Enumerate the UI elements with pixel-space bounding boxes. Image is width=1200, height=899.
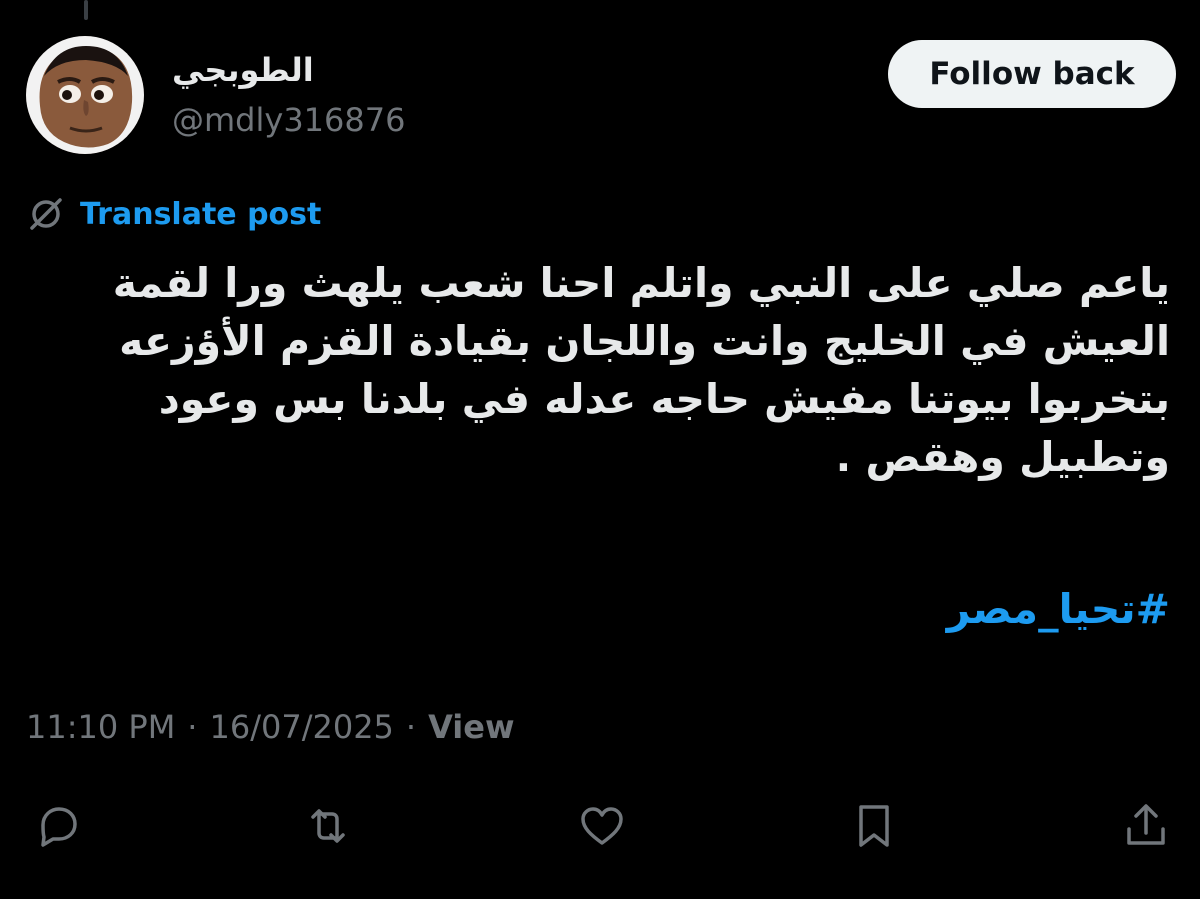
share-button[interactable] bbox=[1116, 796, 1176, 856]
retweet-button[interactable] bbox=[298, 796, 358, 856]
meta-separator: · bbox=[405, 708, 417, 746]
retweet-icon bbox=[311, 809, 345, 843]
bookmark-icon bbox=[859, 805, 889, 847]
hashtag-link[interactable]: #تحيا_مصر bbox=[947, 580, 1170, 638]
tweet-detail-page: الطوبجي @mdly316876 Follow back Translat… bbox=[0, 0, 1200, 899]
tweet-line: ياعم صلي على النبي واتلم احنا شعب يلهث و… bbox=[112, 259, 1170, 307]
tweet-line: وتطبيل وهقص . bbox=[835, 433, 1170, 481]
tweet-actions-bar bbox=[26, 796, 1176, 856]
like-icon bbox=[581, 807, 623, 845]
tweet-meta: 11:10 PM · 16/07/2025 · View bbox=[26, 708, 515, 746]
follow-back-button[interactable]: Follow back bbox=[888, 40, 1176, 108]
like-button[interactable] bbox=[572, 796, 632, 856]
reply-icon bbox=[41, 807, 77, 847]
reply-button[interactable] bbox=[26, 796, 86, 856]
tweet-body: ياعم صلي على النبي واتلم احنا شعب يلهث و… bbox=[70, 254, 1170, 486]
tweet-time[interactable]: 11:10 PM bbox=[26, 708, 175, 746]
author-handle[interactable]: @mdly316876 bbox=[172, 98, 405, 142]
avatar[interactable] bbox=[26, 36, 144, 154]
share-icon bbox=[1127, 804, 1165, 845]
tweet-line: العيش في الخليج وانت واللجان بقيادة القز… bbox=[119, 317, 1170, 365]
view-link[interactable]: View bbox=[428, 708, 514, 746]
translate-label[interactable]: Translate post bbox=[80, 197, 321, 232]
translate-icon bbox=[30, 198, 62, 230]
tweet-date[interactable]: 16/07/2025 bbox=[209, 708, 393, 746]
tweet-header: الطوبجي @mdly316876 Follow back bbox=[26, 36, 1176, 156]
avatar-face-icon bbox=[26, 36, 144, 154]
author-display-name[interactable]: الطوبجي bbox=[172, 50, 405, 90]
tweet-line: بتخربوا بيوتنا مفيش حاجه عدله في بلدنا ب… bbox=[158, 375, 1170, 423]
bookmark-button[interactable] bbox=[844, 796, 904, 856]
author-info: الطوبجي @mdly316876 bbox=[172, 50, 405, 142]
thread-connector-line bbox=[84, 0, 88, 20]
meta-separator: · bbox=[187, 708, 198, 746]
translate-post-link[interactable]: Translate post bbox=[26, 194, 321, 234]
